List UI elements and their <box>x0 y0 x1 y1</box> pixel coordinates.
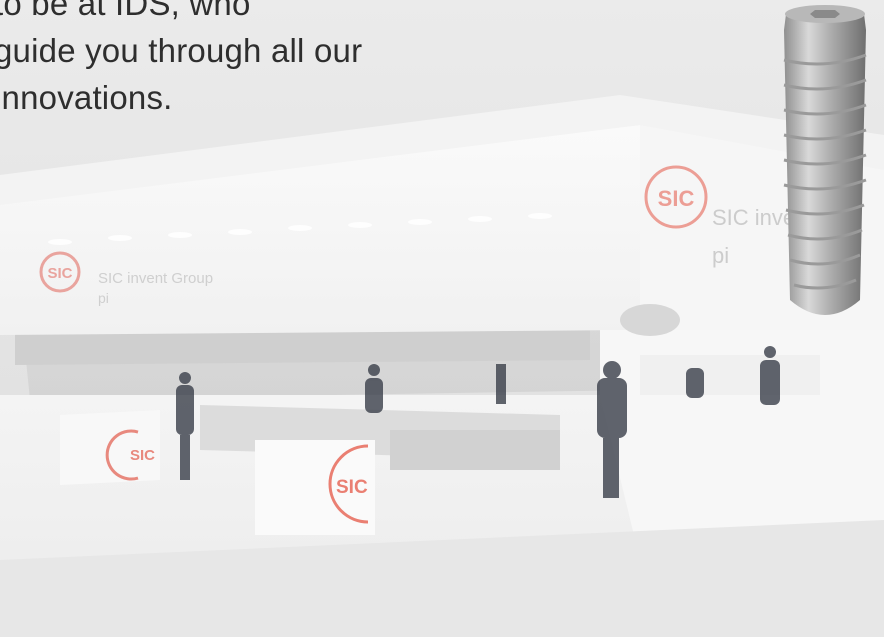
promo-panel: SIC SIC invent Group pi SIC SIC invent p… <box>0 0 884 637</box>
svg-text:pi: pi <box>712 243 729 268</box>
intro-line-2: guide you through all our <box>0 32 363 69</box>
svg-text:SIC invent Group: SIC invent Group <box>98 270 213 287</box>
svg-text:SIC: SIC <box>47 265 72 282</box>
svg-text:SIC: SIC <box>336 477 368 498</box>
svg-text:SIC: SIC <box>130 447 155 464</box>
dental-implant-illustration <box>783 5 867 315</box>
intro-line-3: innovations. <box>0 79 173 116</box>
intro-line-1: to be at IDS, who <box>0 0 251 22</box>
intro-headline: to be at IDS, who guide you through all … <box>0 0 362 121</box>
svg-text:SIC: SIC <box>658 186 695 211</box>
svg-text:pi: pi <box>98 290 109 306</box>
